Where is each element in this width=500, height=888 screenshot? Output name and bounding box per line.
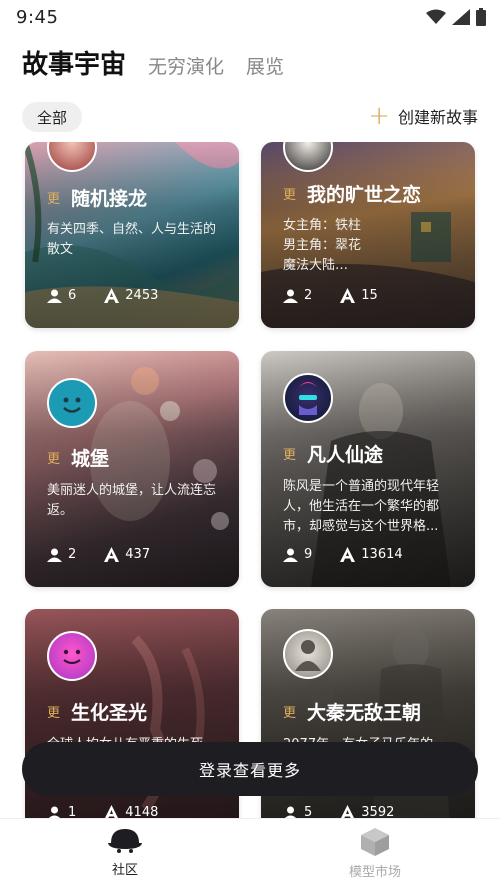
card-description: 有关四季、自然、人与生活的散文 [47,222,217,257]
font-a-icon [341,805,355,818]
cyber-avatar-icon [297,382,319,415]
word-count-value: 13614 [361,547,403,562]
member-count-value: 6 [68,288,77,303]
member-count: 2 [47,547,76,562]
avatar [283,629,333,679]
avatar [47,378,97,428]
story-card[interactable]: 更 城堡 美丽迷人的城堡，让人流连忘返。 2 437 [25,351,239,587]
card-stats: 9 13614 [283,547,431,562]
member-count-value: 9 [304,547,313,562]
font-a-icon [340,288,356,303]
community-icon [108,829,142,853]
card-description: 女主角：铁柱 男主角：翠花 魔法大陆… [283,218,362,273]
wifi-icon [426,9,446,24]
nav-label-model-market: 模型市场 [348,865,401,880]
update-badge: 更 [283,706,297,721]
card-title: 城堡 [71,448,110,470]
story-card[interactable]: 更 凡人仙途 陈风是一个普通的现代年轻人，他生活在一个繁华的都市，却感觉与这个世… [261,351,475,587]
avatar [283,373,333,423]
card-title: 大秦无敌王朝 [307,702,422,724]
word-count: 437 [104,547,150,562]
login-to-see-more-button[interactable]: 登录查看更多 [22,742,478,796]
card-stats: 5 3592 [283,805,422,818]
signal-icon [452,9,470,25]
cube-icon [361,828,389,856]
bottom-nav: 社区 模型市场 [0,818,500,888]
story-card[interactable]: 更 我的旷世之恋 女主角：铁柱 男主角：翠花 魔法大陆… 2 15 [261,142,475,328]
card-title: 我的旷世之恋 [307,184,422,206]
tab-story-universe[interactable]: 故事宇宙 [22,44,126,81]
word-count-value: 437 [125,547,151,562]
word-count-value: 4148 [125,805,159,818]
create-story-label: 创建新故事 [397,108,478,127]
nav-item-model-market[interactable]: 模型市场 [335,827,415,880]
smiley-icon [63,649,81,665]
story-card[interactable]: 更 随机接龙 有关四季、自然、人与生活的散文 6 2453 [25,142,239,328]
card-stats: 2 437 [47,547,178,562]
card-title: 随机接龙 [71,188,148,210]
user-icon [284,806,297,818]
user-icon [47,289,62,303]
nav-item-community[interactable]: 社区 [85,827,165,878]
word-count-value: 2453 [125,288,159,303]
story-feed[interactable]: 更 随机接龙 有关四季、自然、人与生活的散文 6 2453 更 我的旷世之恋 女… [0,142,500,818]
status-time: 9:45 [16,6,59,28]
create-story-button[interactable]: + 创建新故事 [368,101,478,131]
status-bar: 9:45 [0,0,500,34]
filter-row: 全部 + 创建新故事 [0,102,500,136]
status-icons [426,8,486,26]
word-count: 15 [340,288,378,303]
tab-exhibition[interactable]: 展览 [246,52,284,79]
font-a-icon [340,547,356,562]
card-description: 美丽迷人的城堡，让人流连忘返。 [47,483,217,518]
battery-icon [476,8,486,26]
card-stats: 2 15 [283,288,406,303]
buddha-avatar-icon [295,640,321,671]
update-badge: 更 [47,706,61,721]
nav-label-community: 社区 [111,863,138,878]
word-count-value: 15 [361,288,378,303]
plus-icon: + [368,101,390,131]
word-count: 4148 [104,805,158,818]
card-title: 凡人仙途 [307,444,384,466]
member-count: 1 [47,805,76,818]
user-icon [283,289,298,303]
user-icon [47,548,62,562]
word-count: 3592 [340,805,394,818]
member-count: 9 [283,547,312,562]
update-badge: 更 [47,452,61,467]
avatar [47,631,97,681]
card-stats: 6 2453 [47,288,186,303]
word-count-value: 3592 [361,805,395,818]
word-count: 2453 [104,288,158,303]
update-badge: 更 [283,188,297,203]
font-a-icon [104,547,120,562]
member-count-value: 2 [68,547,77,562]
card-title: 生化圣光 [71,702,148,724]
member-count: 2 [283,288,312,303]
word-count: 13614 [340,547,403,562]
filter-chip-all[interactable]: 全部 [22,102,83,132]
update-badge: 更 [283,448,297,463]
smiley-icon [63,397,81,413]
top-tabs: 故事宇宙 无穷演化 展览 [22,44,284,81]
member-count-value: 5 [304,805,313,818]
font-a-icon [105,805,119,818]
update-badge: 更 [47,192,61,207]
member-count-value: 2 [304,288,313,303]
tab-infinite-evolution[interactable]: 无穷演化 [148,52,224,79]
member-count: 5 [283,805,312,818]
member-count-value: 1 [68,805,77,818]
font-a-icon [104,288,120,303]
card-stats: 1 4148 [47,805,186,818]
card-description: 陈风是一个普通的现代年轻人，他生活在一个繁华的都市，却感觉与这个世界格... [283,479,440,534]
user-icon [283,548,298,562]
member-count: 6 [47,288,76,303]
user-icon [48,806,61,818]
